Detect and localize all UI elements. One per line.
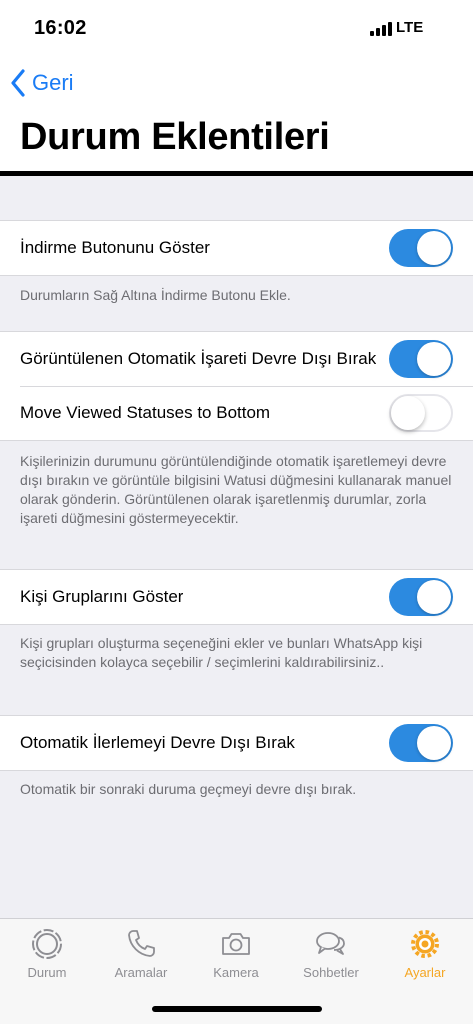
page-title: Durum Eklentileri (20, 116, 330, 158)
setting-row-contact-groups[interactable]: Kişi Gruplarını Göster (0, 570, 473, 624)
camera-icon (222, 933, 250, 955)
network-type: LTE (396, 19, 424, 36)
home-indicator[interactable] (152, 1006, 322, 1012)
setting-label: Kişi Gruplarını Göster (20, 587, 184, 606)
settings-group-autoplay: Otomatik İlerlemeyi Devre Dışı Bırak (0, 715, 473, 771)
settings-group-viewed: Görüntülenen Otomatik İşareti Devre Dışı… (0, 331, 473, 441)
tab-label: Aramalar (114, 965, 168, 980)
signal-icon (370, 22, 392, 36)
toggle-switch-on[interactable] (389, 724, 453, 762)
setting-label: Görüntülenen Otomatik İşareti Devre Dışı… (20, 349, 377, 368)
section-footer: Otomatik bir sonraki duruma geçmeyi devr… (20, 781, 357, 797)
toggle-switch-off[interactable] (389, 394, 453, 432)
battery-level: 79% (424, 19, 455, 36)
setting-label: İndirme Butonunu Göster (20, 238, 210, 257)
tab-kamera[interactable]: Kamera (196, 927, 276, 980)
tab-label: Kamera (213, 965, 259, 980)
setting-row-disable-autoplay[interactable]: Otomatik İlerlemeyi Devre Dışı Bırak (0, 716, 473, 770)
toggle-switch-on[interactable] (389, 578, 453, 616)
setting-label: Otomatik İlerlemeyi Devre Dışı Bırak (20, 733, 295, 752)
section-footer: Kişi grupları oluşturma seçeneğini ekler… (20, 635, 423, 670)
section-footer: Kişilerinizin durumunu görüntülendiğinde… (20, 453, 452, 526)
back-button[interactable]: Geri (10, 66, 74, 100)
back-label: Geri (32, 70, 74, 95)
toggle-switch-on[interactable] (389, 340, 453, 378)
status-time: 16:02 (34, 17, 87, 39)
setting-row-disable-auto-seen[interactable]: Görüntülenen Otomatik İşareti Devre Dışı… (0, 332, 473, 386)
status-bar: 16:02 LTE 79% (0, 0, 473, 56)
chat-bubbles-icon (316, 932, 345, 955)
tab-label: Sohbetler (303, 965, 359, 980)
title-divider (0, 171, 473, 176)
settings-group-contact-groups: Kişi Gruplarını Göster (0, 569, 473, 625)
tab-ayarlar[interactable]: Ayarlar (385, 927, 465, 980)
tab-durum[interactable]: Durum (7, 927, 87, 980)
tab-label: Ayarlar (404, 965, 446, 980)
tab-label: Durum (27, 965, 67, 980)
phone-icon (128, 930, 155, 957)
settings-group-download: İndirme Butonunu Göster (0, 220, 473, 276)
section-footer: Durumların Sağ Altına İndirme Butonu Ekl… (20, 287, 291, 303)
tab-aramalar[interactable]: Aramalar (101, 927, 181, 980)
chevron-left-icon (11, 69, 25, 97)
setting-label: Move Viewed Statuses to Bottom (20, 403, 271, 422)
gear-icon (411, 930, 439, 958)
setting-row-download-button[interactable]: İndirme Butonunu Göster (0, 221, 473, 275)
setting-row-move-viewed[interactable]: Move Viewed Statuses to Bottom (0, 386, 473, 440)
tab-sohbetler[interactable]: Sohbetler (291, 927, 371, 980)
status-ring-icon (32, 929, 62, 959)
toggle-switch-on[interactable] (389, 229, 453, 267)
